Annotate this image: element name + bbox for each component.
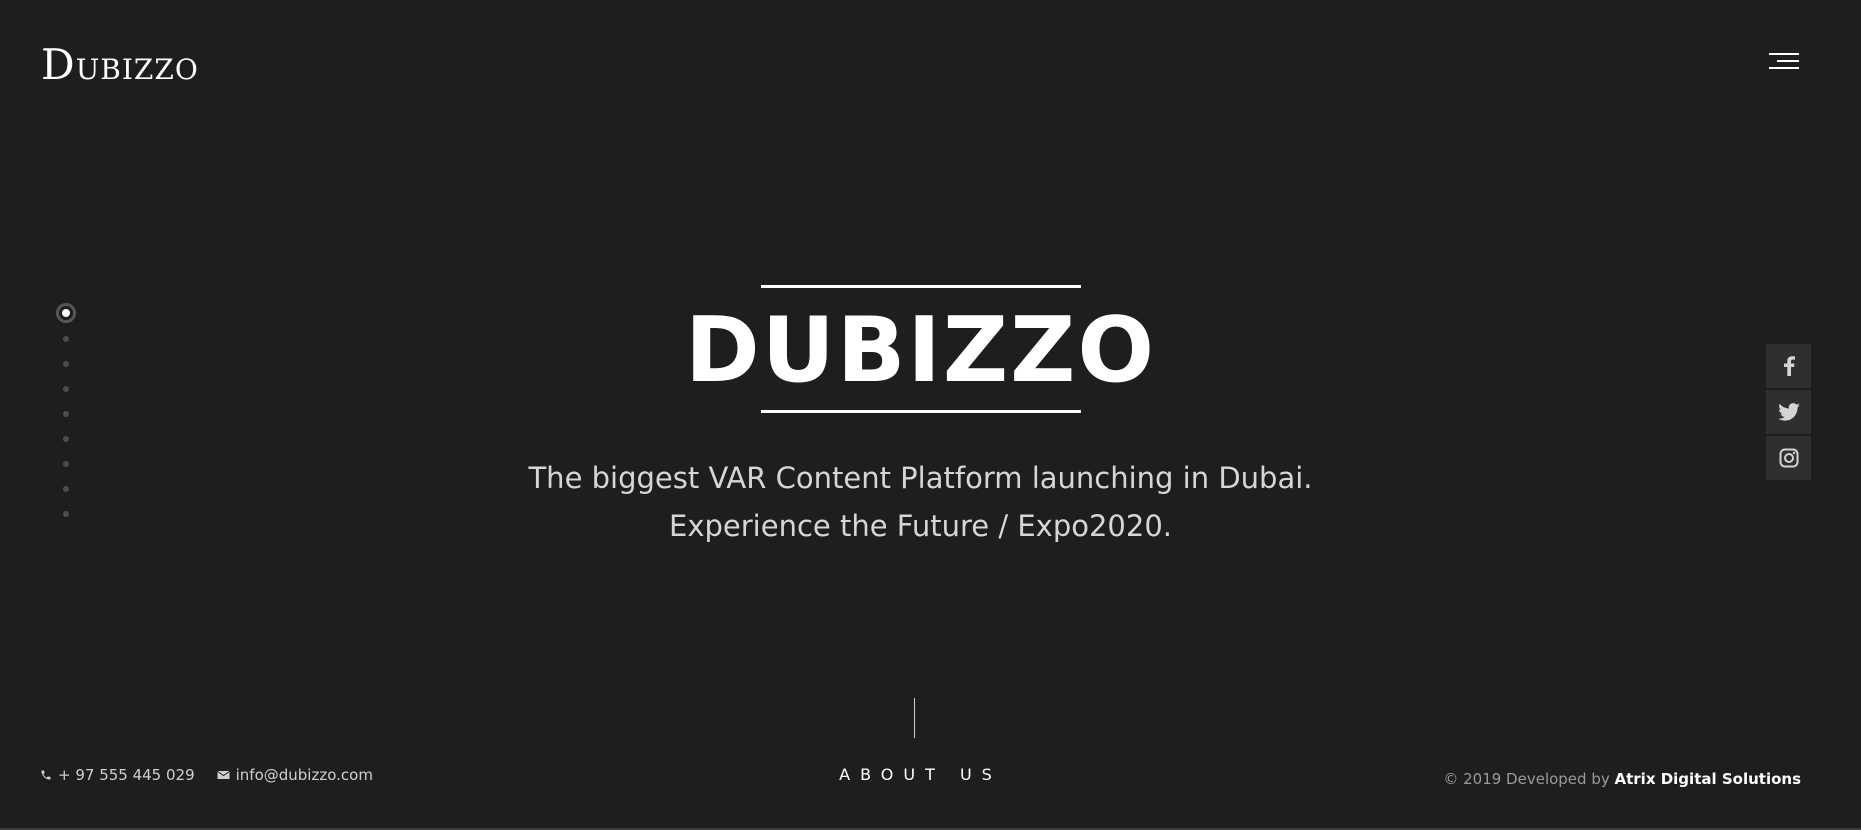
footer-credits: © 2019 Developed by Atrix Digital Soluti… (1443, 770, 1801, 788)
slide-dot-6[interactable] (63, 436, 69, 442)
slide-dot-5[interactable] (63, 411, 69, 417)
hero-top-divider (761, 285, 1081, 288)
mail-icon (216, 771, 230, 779)
credits-prefix: © 2019 Developed by (1443, 770, 1615, 788)
hero-bottom-divider (761, 410, 1081, 413)
twitter-button[interactable] (1766, 390, 1811, 434)
instagram-button[interactable] (1766, 436, 1811, 480)
scroll-indicator-line (914, 698, 915, 738)
twitter-icon (1777, 403, 1800, 421)
email-contact[interactable]: info@dubizzo.com (216, 766, 373, 784)
facebook-button[interactable] (1766, 344, 1811, 388)
phone-icon (41, 770, 51, 780)
site-logo[interactable]: DUBIZZO (41, 44, 199, 86)
developer-link[interactable]: Atrix Digital Solutions (1615, 770, 1802, 788)
hamburger-menu-icon[interactable] (1768, 52, 1804, 76)
facebook-icon (1783, 356, 1795, 376)
footer-contacts: + 97 555 445 029 info@dubizzo.com (40, 766, 395, 784)
phone-number: + 97 555 445 029 (58, 766, 195, 784)
logo-rest: UBIZZO (75, 53, 199, 86)
hero-subtitle: The biggest VAR Content Platform launchi… (0, 454, 1841, 550)
logo-initial: D (41, 40, 76, 89)
hero-subtitle-line-2: Experience the Future / Expo2020. (669, 509, 1172, 543)
email-address: info@dubizzo.com (235, 766, 373, 784)
phone-contact[interactable]: + 97 555 445 029 (40, 766, 195, 784)
hero-subtitle-line-1: The biggest VAR Content Platform launchi… (528, 461, 1313, 495)
instagram-icon (1779, 448, 1798, 468)
hero-title: DUBIZZO (685, 298, 1156, 403)
social-links (1766, 344, 1811, 482)
